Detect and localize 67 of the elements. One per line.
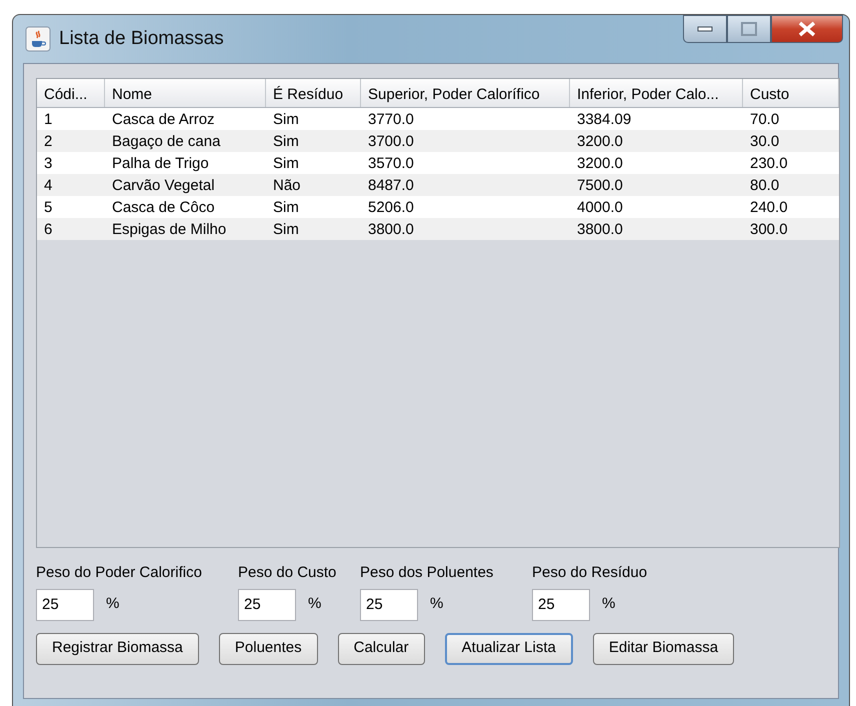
table-cell-text: Não	[272, 176, 302, 196]
table-cell-text: 5206.0	[367, 198, 415, 218]
minimize-button[interactable]	[683, 15, 727, 43]
table-cell-text: 6	[43, 220, 54, 240]
close-button[interactable]	[771, 15, 843, 43]
table-cell-text: 4000.0	[576, 198, 624, 218]
table-cell-text: 8487.0	[367, 176, 415, 196]
column-header[interactable]: Custo	[743, 79, 839, 107]
column-header[interactable]: Inferior, Poder Calo...	[570, 79, 743, 107]
weight-label: Peso do Custo	[238, 563, 338, 583]
table-cell-text: 5	[43, 198, 54, 218]
percent-label: %	[601, 594, 616, 614]
table-cell-text: 2	[43, 132, 54, 152]
weight-field[interactable]: 25	[36, 588, 94, 620]
table-cell-text: 3570.0	[367, 154, 415, 174]
table-cell-text: 300.0	[749, 220, 789, 240]
action-button[interactable]: Atualizar Lista	[444, 632, 573, 664]
table-cell-text: Casca de Côco	[111, 198, 216, 218]
weight-label: Peso do Resíduo	[532, 563, 648, 583]
table-cell-text: 1	[43, 110, 54, 130]
table-cell-text: 3	[43, 154, 54, 174]
table-cell-text: Sim	[272, 220, 300, 240]
table-cell-text: Sim	[272, 154, 300, 174]
table-cell-text: 3800.0	[367, 220, 415, 240]
action-button[interactable]: Editar Biomassa	[592, 632, 734, 664]
weight-label: Peso dos Poluentes	[360, 563, 494, 583]
column-header[interactable]: Nome	[105, 79, 266, 107]
weight-field[interactable]: 25	[532, 588, 590, 620]
minimize-icon	[697, 26, 713, 32]
table-cell-text: 70.0	[749, 110, 780, 130]
percent-label: %	[307, 594, 322, 614]
table-cell-text: 4	[43, 176, 54, 196]
window-title: Lista de Biomassas	[59, 26, 224, 51]
table-cell-text: 230.0	[749, 154, 789, 174]
java-cup-icon	[25, 26, 51, 52]
maximize-button[interactable]	[727, 15, 771, 43]
percent-label: %	[105, 594, 120, 614]
action-button[interactable]: Poluentes	[218, 632, 318, 664]
table-cell-text: Bagaço de cana	[111, 132, 222, 152]
table-cell-text: 80.0	[749, 176, 780, 196]
table-cell-text: Carvão Vegetal	[111, 176, 216, 196]
maximize-icon	[741, 22, 757, 36]
table-cell-text: 3384.09	[576, 110, 632, 130]
table-cell-text: 3200.0	[576, 154, 624, 174]
percent-label: %	[429, 594, 444, 614]
table-cell-text: 3770.0	[367, 110, 415, 130]
weight-field[interactable]: 25	[360, 588, 418, 620]
column-header[interactable]: Superior, Poder Calorífico	[361, 79, 570, 107]
column-header[interactable]: Códi...	[37, 79, 105, 107]
table-cell-text: 7500.0	[576, 176, 624, 196]
table-cell-text: Palha de Trigo	[111, 154, 210, 174]
table-cell-text: Sim	[272, 198, 300, 218]
action-button[interactable]: Registrar Biomassa	[36, 632, 199, 664]
action-button[interactable]: Calcular	[338, 632, 425, 664]
table-cell-text: 3700.0	[367, 132, 415, 152]
close-icon	[797, 21, 817, 37]
table-cell-text: Sim	[272, 110, 300, 130]
column-header[interactable]: É Resíduo	[266, 79, 361, 107]
weight-field[interactable]: 25	[238, 588, 296, 620]
table-cell-text: Sim	[272, 132, 300, 152]
table-cell-text: 240.0	[749, 198, 789, 218]
table-cell-text: 3200.0	[576, 132, 624, 152]
table-cell-text: 3800.0	[576, 220, 624, 240]
table-cell-text: 30.0	[749, 132, 780, 152]
weight-label: Peso do Poder Calorifico	[36, 563, 203, 583]
table-cell-text: Casca de Arroz	[111, 110, 216, 130]
table-cell-text: Espigas de Milho	[111, 220, 228, 240]
